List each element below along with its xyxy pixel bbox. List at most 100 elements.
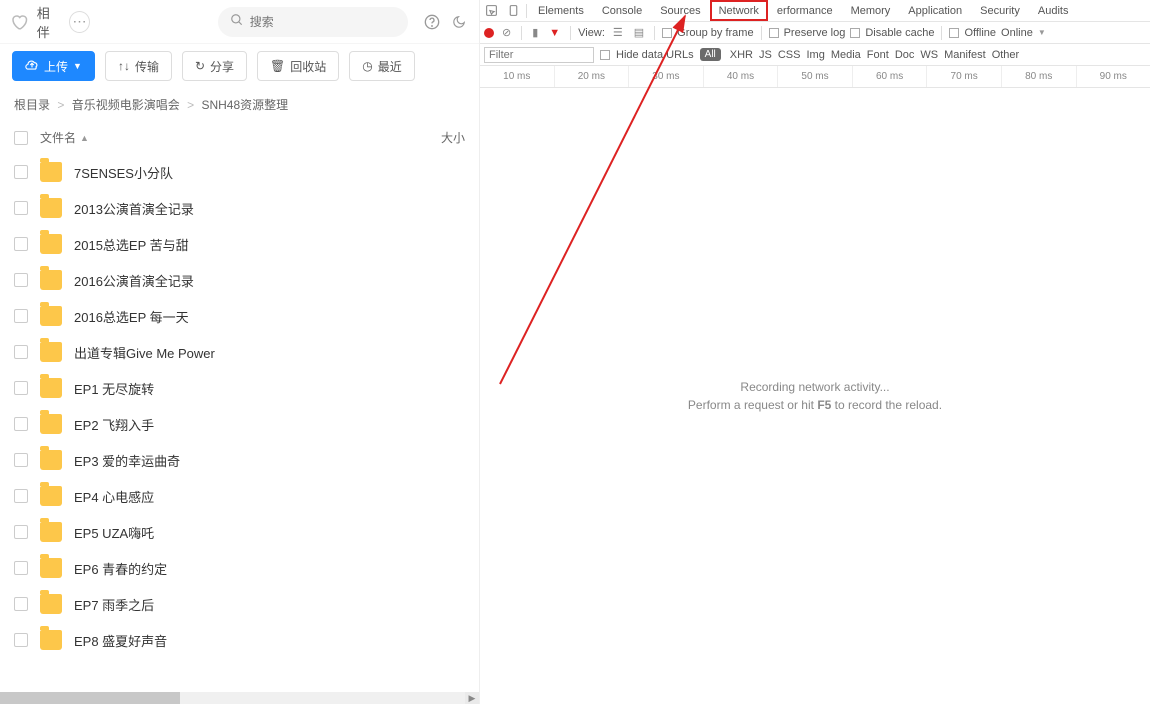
devtools-tab-performance[interactable]: erformance <box>768 0 842 21</box>
search-input[interactable] <box>250 15 405 29</box>
row-checkbox[interactable] <box>14 597 28 611</box>
table-row[interactable]: 2016公演首演全记录 <box>0 262 479 298</box>
filter-all[interactable]: All <box>700 48 721 61</box>
row-checkbox[interactable] <box>14 345 28 359</box>
row-checkbox[interactable] <box>14 237 28 251</box>
row-checkbox[interactable] <box>14 201 28 215</box>
clear-icon[interactable]: ⊘ <box>499 26 514 39</box>
column-size[interactable]: 大小 <box>425 129 465 146</box>
devtools-tab-application[interactable]: Application <box>899 0 971 21</box>
transfer-label: 传输 <box>135 58 159 75</box>
filter-type-xhr[interactable]: XHR <box>727 49 756 61</box>
file-name: 2016公演首演全记录 <box>74 271 194 290</box>
filter-type-img[interactable]: Img <box>803 49 827 61</box>
row-checkbox[interactable] <box>14 633 28 647</box>
app-title: 相伴 <box>37 3 61 41</box>
inspect-icon[interactable] <box>480 0 502 22</box>
row-checkbox[interactable] <box>14 165 28 179</box>
devtools-tab-network[interactable]: Network <box>710 0 768 21</box>
favorite-icon[interactable] <box>10 12 29 32</box>
filter-type-other[interactable]: Other <box>989 49 1023 61</box>
timeline-tick: 90 ms <box>1076 66 1150 87</box>
table-row[interactable]: EP7 雨季之后 <box>0 586 479 622</box>
search-box <box>218 7 408 37</box>
throttle-select[interactable]: Online <box>1001 27 1033 39</box>
row-checkbox[interactable] <box>14 525 28 539</box>
help-icon[interactable] <box>422 11 443 33</box>
file-name: 2016总选EP 每一天 <box>74 307 189 326</box>
table-row[interactable]: EP6 青春的约定 <box>0 550 479 586</box>
table-row[interactable]: EP2 飞翔入手 <box>0 406 479 442</box>
timeline-tick: 20 ms <box>554 66 629 87</box>
select-all-checkbox[interactable] <box>14 131 28 145</box>
crumb[interactable]: 音乐视频电影演唱会 <box>72 98 180 112</box>
sort-icon: ▲ <box>80 133 89 143</box>
group-checkbox[interactable] <box>662 28 672 38</box>
row-checkbox[interactable] <box>14 273 28 287</box>
devtools-tab-memory[interactable]: Memory <box>842 0 900 21</box>
timeline-ruler[interactable]: 10 ms20 ms30 ms40 ms50 ms60 ms70 ms80 ms… <box>480 66 1150 88</box>
devtools-tab-elements[interactable]: Elements <box>529 0 593 21</box>
crumb[interactable]: 根目录 <box>14 98 50 112</box>
filter-type-media[interactable]: Media <box>828 49 864 61</box>
filter-type-css[interactable]: CSS <box>775 49 804 61</box>
transfer-button[interactable]: ↑↓ 传输 <box>105 51 172 81</box>
row-checkbox[interactable] <box>14 381 28 395</box>
filter-toggle-icon[interactable]: ▼ <box>546 27 563 39</box>
devtools-tab-security[interactable]: Security <box>971 0 1029 21</box>
hide-urls-checkbox[interactable] <box>600 50 610 60</box>
table-row[interactable]: EP4 心电感应 <box>0 478 479 514</box>
filter-type-manifest[interactable]: Manifest <box>941 49 989 61</box>
device-icon[interactable] <box>502 0 524 22</box>
row-checkbox[interactable] <box>14 453 28 467</box>
crumb[interactable]: SNH48资源整理 <box>201 98 288 112</box>
row-checkbox[interactable] <box>14 561 28 575</box>
devtools-tab-sources[interactable]: Sources <box>651 0 709 21</box>
capture-icon[interactable]: ▮ <box>529 26 541 39</box>
offline-checkbox[interactable] <box>949 28 959 38</box>
row-checkbox[interactable] <box>14 417 28 431</box>
view-large-icon[interactable]: ☰ <box>610 26 626 39</box>
devtools-tab-console[interactable]: Console <box>593 0 651 21</box>
table-row[interactable]: 2013公演首演全记录 <box>0 190 479 226</box>
more-icon[interactable]: ⋯ <box>69 11 90 33</box>
timeline-tick: 10 ms <box>480 66 554 87</box>
table-row[interactable]: 7SENSES小分队 <box>0 154 479 190</box>
folder-icon <box>40 198 62 218</box>
devtools-tab-audits[interactable]: Audits <box>1029 0 1078 21</box>
table-row[interactable]: 2015总选EP 苦与甜 <box>0 226 479 262</box>
filter-type-ws[interactable]: WS <box>917 49 941 61</box>
moon-icon[interactable] <box>448 11 469 33</box>
row-checkbox[interactable] <box>14 489 28 503</box>
devtools-panel: ElementsConsoleSourcesNetworkerformanceM… <box>480 0 1150 704</box>
scroll-right-icon[interactable]: ▶ <box>465 692 479 704</box>
recycle-button[interactable]: 🗑 回收站 <box>257 51 339 81</box>
recent-button[interactable]: ◷ 最近 <box>349 51 415 81</box>
file-name: EP4 心电感应 <box>74 487 154 506</box>
table-row[interactable]: EP1 无尽旋转 <box>0 370 479 406</box>
filter-type-doc[interactable]: Doc <box>892 49 918 61</box>
upload-button[interactable]: 上传 ▼ <box>12 51 95 81</box>
view-small-icon[interactable]: ▤ <box>631 26 647 39</box>
table-row[interactable]: EP5 UZA嗨吒 <box>0 514 479 550</box>
scrollbar-thumb[interactable] <box>0 692 180 704</box>
folder-icon <box>40 414 62 434</box>
horizontal-scrollbar[interactable]: ▶ <box>0 692 479 704</box>
disable-cache-checkbox[interactable] <box>850 28 860 38</box>
file-list: 7SENSES小分队 2013公演首演全记录 2015总选EP 苦与甜 2016公演首… <box>0 154 479 692</box>
file-name: 2013公演首演全记录 <box>74 199 194 218</box>
file-name: EP6 青春的约定 <box>74 559 167 578</box>
preserve-checkbox[interactable] <box>769 28 779 38</box>
filter-input[interactable] <box>484 47 594 63</box>
timeline-tick: 40 ms <box>703 66 778 87</box>
column-name[interactable]: 文件名 ▲ <box>40 129 425 146</box>
filter-type-font[interactable]: Font <box>864 49 892 61</box>
table-row[interactable]: 2016总选EP 每一天 <box>0 298 479 334</box>
table-row[interactable]: EP8 盛夏好声音 <box>0 622 479 658</box>
table-row[interactable]: 出道专辑Give Me Power <box>0 334 479 370</box>
row-checkbox[interactable] <box>14 309 28 323</box>
record-icon[interactable] <box>484 28 494 38</box>
table-row[interactable]: EP3 爱的幸运曲奇 <box>0 442 479 478</box>
filter-type-js[interactable]: JS <box>756 49 775 61</box>
share-button[interactable]: ↻ 分享 <box>182 51 247 81</box>
